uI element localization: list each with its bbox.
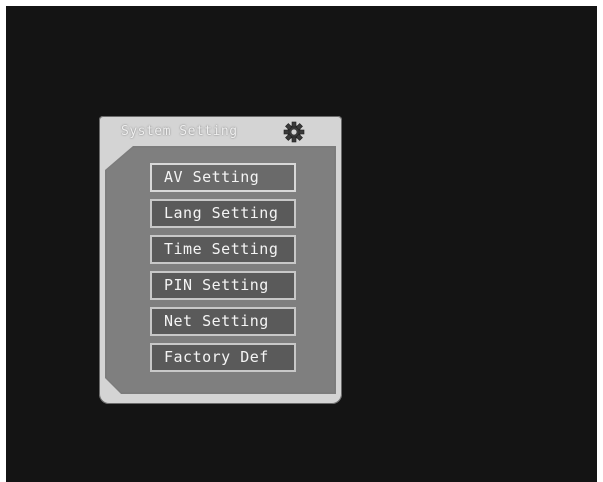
panel-title: System Setting xyxy=(121,124,238,139)
menu-item-av-setting[interactable]: AV Setting xyxy=(150,163,296,192)
menu-item-factory-def[interactable]: Factory Def xyxy=(150,343,296,372)
menu-item-pin-setting[interactable]: PIN Setting xyxy=(150,271,296,300)
menu-item-time-setting[interactable]: Time Setting xyxy=(150,235,296,264)
menu-item-lang-setting[interactable]: Lang Setting xyxy=(150,199,296,228)
gear-icon xyxy=(283,121,305,143)
settings-menu: AV Setting Lang Setting Time Setting PIN… xyxy=(150,163,300,379)
tv-screen: System Setting AV Setting Lang Setting T… xyxy=(6,6,597,482)
panel-header: System Setting xyxy=(103,120,337,146)
system-setting-panel: System Setting AV Setting Lang Setting T… xyxy=(99,116,342,404)
menu-item-net-setting[interactable]: Net Setting xyxy=(150,307,296,336)
